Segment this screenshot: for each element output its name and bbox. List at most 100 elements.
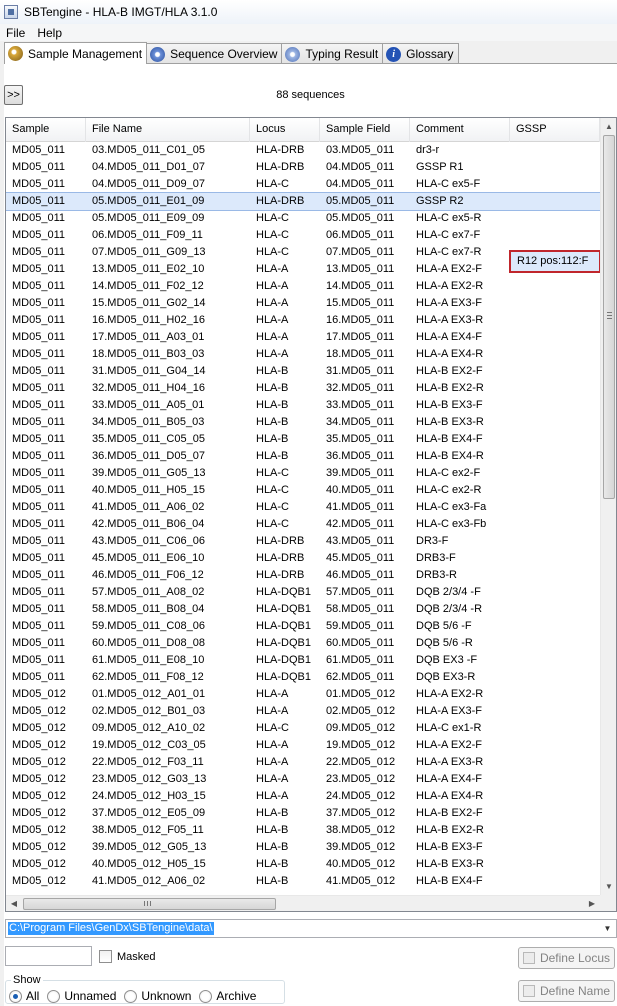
cell-file-name: 39.MD05_011_G05_13	[92, 467, 206, 479]
define-locus-icon	[522, 952, 535, 964]
horizontal-scroll-thumb[interactable]	[23, 898, 276, 910]
table-row[interactable]: MD05_011 05.MD05_011_E01_09 HLA-DRB 05.MD05…	[6, 192, 601, 211]
checkbox-box[interactable]	[99, 950, 112, 963]
data-path-combo[interactable]: C:\Program Files\GenDx\SBTengine\data\ ▼	[5, 919, 617, 938]
radio-unnamed[interactable]: Unnamed	[47, 989, 116, 1003]
cell-gssp	[510, 737, 600, 754]
cell-gssp	[510, 550, 600, 567]
table-row[interactable]: MD05_011 42.MD05_011_B06_04 HLA-C 42.MD05_0…	[6, 516, 600, 533]
horizontal-scrollbar[interactable]: ◀ ▶	[6, 895, 600, 911]
table-row[interactable]: MD05_011 16.MD05_011_H02_16 HLA-A 16.MD05_0…	[6, 312, 600, 329]
cell-sample-field: 33.MD05_011	[326, 399, 395, 411]
scroll-right-icon[interactable]: ▶	[584, 896, 600, 911]
radio-unknown[interactable]: Unknown	[124, 989, 191, 1003]
table-row[interactable]: MD05_012 38.MD05_012_F05_11 HLA-B 38.MD05_0…	[6, 822, 600, 839]
table-row[interactable]: MD05_011 35.MD05_011_C05_05 HLA-B 35.MD05_0…	[6, 431, 600, 448]
table-row[interactable]: MD05_011 61.MD05_011_E08_10 HLA-DQB1 61.MD0…	[6, 652, 600, 669]
cell-locus: HLA-C	[256, 467, 290, 479]
cell-locus: HLA-B	[256, 841, 289, 853]
column-header-sample[interactable]: Sample	[6, 118, 86, 142]
table-row[interactable]: MD05_011 36.MD05_011_D05_07 HLA-B 36.MD05_0…	[6, 448, 600, 465]
radio-button[interactable]	[124, 989, 138, 1003]
table-row[interactable]: MD05_011 39.MD05_011_G05_13 HLA-C 39.MD05_0…	[6, 465, 600, 482]
table-row[interactable]: MD05_011 05.MD05_011_E09_09 HLA-C 05.MD05_0…	[6, 210, 600, 227]
cell-sample-field: 22.MD05_012	[326, 756, 396, 768]
column-header-sample-field[interactable]: Sample Field	[320, 118, 410, 142]
define-locus-button[interactable]: Define Locus	[518, 947, 615, 969]
table-row[interactable]: MD05_011 17.MD05_011_A03_01 HLA-A 17.MD05_0…	[6, 329, 600, 346]
cell-gssp	[510, 397, 600, 414]
table-row[interactable]: MD05_011 33.MD05_011_A05_01 HLA-B 33.MD05_0…	[6, 397, 600, 414]
column-header-locus[interactable]: Locus	[250, 118, 320, 142]
cell-sample-field: 38.MD05_012	[326, 824, 396, 836]
table-row[interactable]: MD05_012 22.MD05_012_F03_11 HLA-A 22.MD05_0…	[6, 754, 600, 771]
cell-locus: HLA-C	[256, 246, 290, 258]
data-path-text[interactable]: C:\Program Files\GenDx\SBTengine\data\	[8, 922, 214, 935]
radio-all[interactable]: All	[9, 989, 39, 1003]
table-row[interactable]: MD05_012 01.MD05_012_A01_01 HLA-A 01.MD05_0…	[6, 686, 600, 703]
table-row[interactable]: MD05_011 62.MD05_011_F08_12 HLA-DQB1 62.MD0…	[6, 669, 600, 686]
table-row[interactable]: MD05_011 31.MD05_011_G04_14 HLA-B 31.MD05_0…	[6, 363, 600, 380]
table-row[interactable]: MD05_012 19.MD05_012_C03_05 HLA-A 19.MD05_0…	[6, 737, 600, 754]
table-row[interactable]: MD05_011 04.MD05_011_D01_07 HLA-DRB 04.MD05…	[6, 159, 600, 176]
masked-checkbox[interactable]: Masked	[99, 950, 156, 963]
table-row[interactable]: MD05_011 03.MD05_011_C01_05 HLA-DRB 03.MD05…	[6, 142, 600, 159]
menu-help[interactable]: Help	[31, 26, 68, 40]
radio-archive[interactable]: Archive	[199, 989, 256, 1003]
table-row[interactable]: MD05_011 06.MD05_011_F09_11 HLA-C 06.MD05_0…	[6, 227, 600, 244]
table-row[interactable]: MD05_011 43.MD05_011_C06_06 HLA-DRB 43.MD05…	[6, 533, 600, 550]
cell-sample-field: 19.MD05_012	[326, 739, 396, 751]
cell-sample: MD05_012	[12, 807, 66, 819]
filter-input[interactable]	[5, 946, 92, 966]
cell-comment: HLA-B EX3-F	[416, 841, 483, 853]
radio-button[interactable]	[9, 989, 22, 1003]
column-header-comment[interactable]: Comment	[410, 118, 510, 142]
table-row[interactable]: MD05_012 09.MD05_012_A10_02 HLA-C 09.MD05_0…	[6, 720, 600, 737]
chevron-down-icon[interactable]: ▼	[600, 921, 615, 936]
radio-button[interactable]	[47, 989, 61, 1003]
table-row[interactable]: MD05_012 39.MD05_012_G05_13 HLA-B 39.MD05_0…	[6, 839, 600, 856]
table-row[interactable]: MD05_011 58.MD05_011_B08_04 HLA-DQB1 58.MD0…	[6, 601, 600, 618]
table-row[interactable]: MD05_011 46.MD05_011_F06_12 HLA-DRB 46.MD05…	[6, 567, 600, 584]
table-row[interactable]: MD05_011 14.MD05_011_F02_12 HLA-A 14.MD05_0…	[6, 278, 600, 295]
cell-gssp	[510, 142, 600, 159]
tab-typing-result[interactable]: Typing Result	[281, 43, 384, 64]
cell-gssp	[510, 771, 600, 788]
radio-button[interactable]	[199, 989, 213, 1003]
scroll-left-icon[interactable]: ◀	[6, 896, 22, 911]
table-row[interactable]: MD05_011 41.MD05_011_A06_02 HLA-C 41.MD05_0…	[6, 499, 600, 516]
menu-file[interactable]: File	[0, 26, 31, 40]
table-row[interactable]: MD05_012 40.MD05_012_H05_15 HLA-B 40.MD05_0…	[6, 856, 600, 873]
table-row[interactable]: MD05_011 04.MD05_011_D09_07 HLA-C 04.MD05_0…	[6, 176, 600, 193]
tab-sample-management[interactable]: Sample Management	[4, 42, 148, 64]
define-name-button[interactable]: Define Name	[518, 980, 615, 1002]
gssp-flag[interactable]: R12 pos:112:F	[509, 250, 601, 273]
table-row[interactable]: MD05_011 18.MD05_011_B03_03 HLA-A 18.MD05_0…	[6, 346, 600, 363]
table-row[interactable]: MD05_011 32.MD05_011_H04_16 HLA-B 32.MD05_0…	[6, 380, 600, 397]
table-row[interactable]: MD05_012 41.MD05_012_A06_02 HLA-B 41.MD05_0…	[6, 873, 600, 890]
table-row[interactable]: MD05_012 37.MD05_012_E05_09 HLA-B 37.MD05_0…	[6, 805, 600, 822]
scroll-up-icon[interactable]: ▲	[601, 118, 616, 135]
table-row[interactable]: MD05_012 02.MD05_012_B01_03 HLA-A 02.MD05_0…	[6, 703, 600, 720]
cell-sample: MD05_012	[12, 858, 66, 870]
table-row[interactable]: MD05_012 23.MD05_012_G03_13 HLA-A 23.MD05_0…	[6, 771, 600, 788]
column-header-gssp[interactable]: GSSP	[510, 118, 600, 142]
table-row[interactable]: MD05_011 40.MD05_011_H05_15 HLA-C 40.MD05_0…	[6, 482, 600, 499]
cell-gssp	[510, 159, 600, 176]
table-row[interactable]: MD05_011 34.MD05_011_B05_03 HLA-B 34.MD05_0…	[6, 414, 600, 431]
table-row[interactable]: MD05_011 45.MD05_011_E06_10 HLA-DRB 45.MD05…	[6, 550, 600, 567]
vertical-scroll-thumb[interactable]	[603, 135, 615, 499]
scroll-down-icon[interactable]: ▼	[601, 878, 616, 895]
cell-sample: MD05_012	[12, 841, 66, 853]
table-row[interactable]: MD05_011 59.MD05_011_C08_06 HLA-DQB1 59.MD0…	[6, 618, 600, 635]
table-row[interactable]: MD05_011 57.MD05_011_A08_02 HLA-DQB1 57.MD0…	[6, 584, 600, 601]
cell-comment: DRB3-R	[416, 569, 457, 581]
tab-glossary[interactable]: i Glossary	[382, 43, 459, 64]
tab-sequence-overview[interactable]: Sequence Overview	[146, 43, 283, 64]
table-row[interactable]: MD05_011 60.MD05_011_D08_08 HLA-DQB1 60.MD0…	[6, 635, 600, 652]
column-header-file-name[interactable]: File Name	[86, 118, 250, 142]
cell-locus: HLA-DQB1	[256, 637, 312, 649]
table-row[interactable]: MD05_012 24.MD05_012_H03_15 HLA-A 24.MD05_0…	[6, 788, 600, 805]
vertical-scrollbar[interactable]: ▲ ▼	[600, 118, 616, 895]
table-row[interactable]: MD05_011 15.MD05_011_G02_14 HLA-A 15.MD05_0…	[6, 295, 600, 312]
